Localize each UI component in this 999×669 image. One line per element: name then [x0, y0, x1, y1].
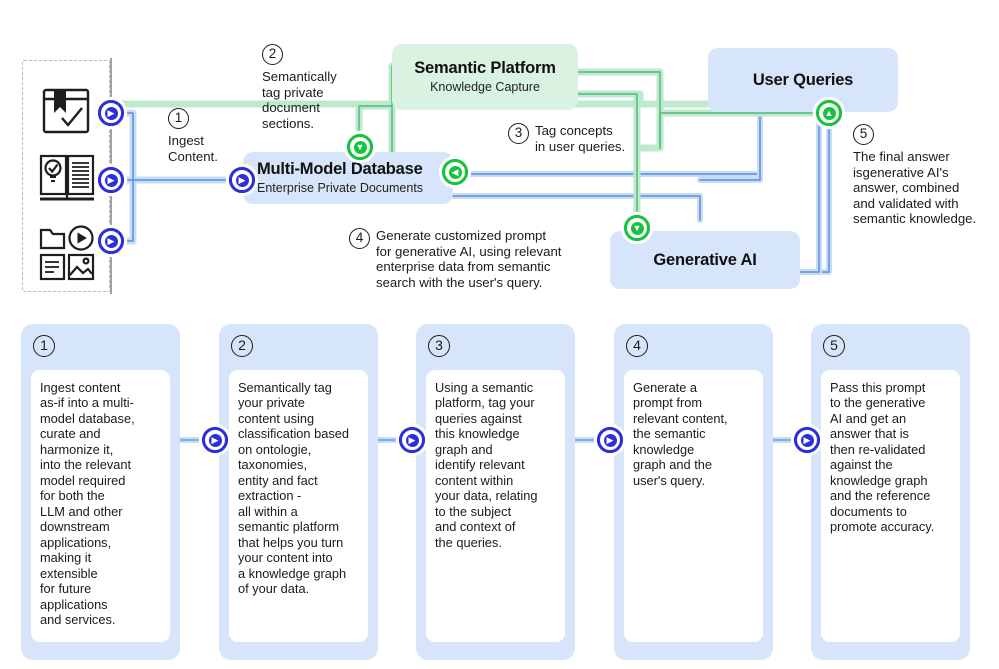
annotation-text: Generate customized prompt for generativ…	[376, 228, 562, 290]
annotation-number: 1	[168, 108, 189, 129]
connector-knob-source-3[interactable]: ▶	[98, 228, 124, 254]
open-book-idea-icon	[38, 152, 96, 209]
step-card-4[interactable]: 4 Generate a prompt from relevant conten…	[614, 324, 773, 660]
connector-knob-tag-sections[interactable]: ▼	[347, 134, 373, 160]
annotation-text: Ingest Content.	[168, 133, 218, 164]
annotation-5: 5 The final answer isgenerative AI's ans…	[853, 124, 976, 227]
annotation-2: 2 Semantically tag private document sect…	[262, 44, 337, 131]
step-body: Using a semantic platform, tag your quer…	[426, 370, 565, 642]
step-connector-knob-2-3[interactable]: ▶	[399, 427, 425, 453]
annotation-text: The final answer isgenerative AI's answe…	[853, 149, 977, 227]
folder-media-files-icon	[38, 222, 96, 287]
step-card-2[interactable]: 2 Semantically tag your private content …	[219, 324, 378, 660]
annotation-number: 5	[853, 124, 874, 145]
step-connector-knob-3-4[interactable]: ▶	[597, 427, 623, 453]
step-card-1[interactable]: 1 Ingest content as-if into a multi- mod…	[21, 324, 180, 660]
step-connector-knob-4-5[interactable]: ▶	[794, 427, 820, 453]
connector-knob-final-answer[interactable]: ▲	[816, 100, 842, 126]
step-card-5[interactable]: 5 Pass this prompt to the generative AI …	[811, 324, 970, 660]
bookmark-check-document-icon	[40, 85, 92, 142]
diagram-canvas: Multi-Model Database Enterprise Private …	[0, 0, 999, 669]
step-number: 3	[428, 335, 450, 357]
step-number: 2	[231, 335, 253, 357]
annotation-number: 3	[508, 123, 529, 144]
connector-knob-generative-ai[interactable]: ▼	[624, 215, 650, 241]
node-semantic-platform[interactable]: Semantic Platform Knowledge Capture	[392, 44, 578, 110]
step-number: 1	[33, 335, 55, 357]
annotation-number: 2	[262, 44, 283, 65]
node-title: Semantic Platform	[414, 59, 556, 78]
annotation-1: 1 Ingest Content.	[168, 108, 218, 164]
node-multi-model-database[interactable]: Multi-Model Database Enterprise Private …	[243, 152, 453, 204]
step-connector-knob-1-2[interactable]: ▶	[202, 427, 228, 453]
annotation-text: Semantically tag private document sectio…	[262, 69, 337, 131]
step-number: 4	[626, 335, 648, 357]
connector-knob-source-2[interactable]: ▶	[98, 167, 124, 193]
annotation-text: Tag concepts in user queries.	[535, 123, 626, 154]
annotation-number: 4	[349, 228, 370, 249]
step-body: Semantically tag your private content us…	[229, 370, 368, 642]
step-body: Generate a prompt from relevant content,…	[624, 370, 763, 642]
node-subtitle: Knowledge Capture	[430, 80, 540, 95]
connector-knob-db-semantic[interactable]: ◀	[442, 159, 468, 185]
annotation-4: 4 Generate customized prompt for generat…	[349, 228, 561, 290]
annotation-3: 3 Tag concepts in user queries.	[508, 123, 625, 154]
connector-knob-source-1[interactable]: ▶	[98, 100, 124, 126]
connector-knob-ingest[interactable]: ▶	[229, 167, 255, 193]
step-card-3[interactable]: 3 Using a semantic platform, tag your qu…	[416, 324, 575, 660]
node-title: User Queries	[752, 70, 854, 89]
step-number: 5	[823, 335, 845, 357]
node-title: Generative AI	[653, 250, 757, 269]
step-body: Ingest content as-if into a multi- model…	[31, 370, 170, 642]
node-user-queries[interactable]: User Queries	[708, 48, 898, 112]
node-title: Multi-Model Database	[257, 160, 423, 179]
step-body: Pass this prompt to the generative AI an…	[821, 370, 960, 642]
node-subtitle: Enterprise Private Documents	[257, 181, 424, 196]
